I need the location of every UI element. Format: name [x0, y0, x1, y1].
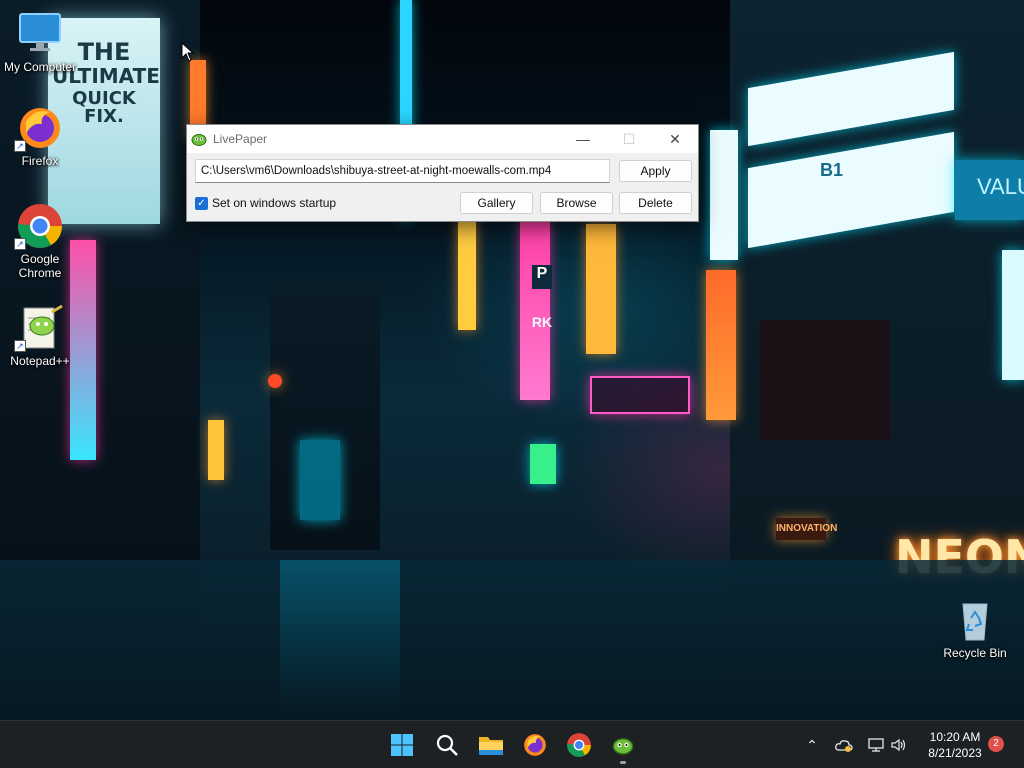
startup-checkbox[interactable]: ✓	[195, 196, 208, 210]
wallpaper-sign-amber	[586, 224, 616, 354]
start-button[interactable]	[386, 729, 418, 761]
window-title: LivePaper	[213, 132, 268, 146]
firefox-icon: ↗	[14, 104, 64, 152]
desktop-icon-chrome[interactable]: ↗ Google Chrome	[0, 202, 80, 280]
speaker-icon	[891, 738, 906, 752]
minimize-button[interactable]: —	[560, 125, 606, 153]
taskbar: ⌃ 10:20 AM 8/21/2023	[0, 720, 1024, 768]
startup-option[interactable]: ✓ Set on windows startup	[195, 196, 336, 210]
recycle-bin-icon	[951, 596, 999, 644]
chrome-icon	[567, 733, 591, 757]
apply-button[interactable]: Apply	[619, 160, 692, 182]
taskbar-search-button[interactable]	[431, 729, 463, 761]
notepad-plus-plus-icon: ↗	[14, 304, 64, 352]
desktop-icon-label: Notepad++	[10, 354, 70, 368]
desktop-icon-label: Recycle Bin	[943, 646, 1007, 660]
network-tray-button[interactable]	[866, 735, 886, 755]
firefox-icon	[524, 734, 546, 756]
chevron-up-icon: ⌃	[806, 736, 818, 753]
maximize-button[interactable]: ☐	[606, 125, 652, 153]
shortcut-arrow-icon: ↗	[14, 340, 26, 352]
startup-label: Set on windows startup	[212, 196, 337, 210]
desktop-wallpaper: THE ULTIMATE QUICK FIX. P RK B1 VALU INN…	[0, 0, 1024, 720]
wallpaper-tower-lights	[300, 440, 340, 520]
taskbar-firefox[interactable]	[519, 729, 551, 761]
livepaper-app-icon	[191, 134, 207, 146]
desktop-icon-notepad-plus-plus[interactable]: ↗ Notepad++	[0, 304, 80, 368]
desktop-icon-firefox[interactable]: ↗ Firefox	[0, 104, 80, 168]
close-button[interactable]: ✕	[652, 125, 698, 153]
wallpaper-sign-yellow	[208, 420, 224, 480]
wallpaper-rk-sign: RK	[531, 314, 553, 330]
file-explorer-icon	[479, 737, 503, 755]
notification-badge[interactable]: 2	[988, 736, 1004, 752]
wallpaper-window-panel	[760, 320, 890, 440]
wallpaper-street-reflection	[280, 560, 400, 710]
mouse-cursor-icon	[181, 42, 195, 62]
network-icon	[868, 738, 884, 752]
wallpaper-valu-sign: VALU	[955, 160, 1024, 220]
taskbar-clock[interactable]: 10:20 AM 8/21/2023	[915, 729, 995, 761]
livepaper-icon	[612, 738, 634, 755]
wallpaper-sign-vertical-orange	[706, 270, 736, 420]
wallpaper-sign-pink-box	[590, 376, 690, 414]
wallpaper-sign-tall-yellow	[458, 220, 476, 330]
gallery-button[interactable]: Gallery	[460, 192, 533, 214]
volume-tray-button[interactable]	[889, 735, 909, 755]
video-path-input[interactable]	[195, 159, 610, 183]
search-icon	[436, 734, 458, 756]
livepaper-window: LivePaper — ☐ ✕ Apply ✓ Set on windows s…	[186, 124, 699, 222]
window-titlebar[interactable]: LivePaper — ☐ ✕	[187, 125, 698, 153]
taskbar-livepaper[interactable]	[607, 729, 639, 764]
wallpaper-innovation-sign: INNOVATION	[776, 518, 837, 540]
wallpaper-street	[0, 560, 1024, 720]
onedrive-tray-button[interactable]	[834, 735, 854, 755]
wallpaper-sign-vertical-white	[710, 130, 738, 260]
close-icon: ✕	[669, 130, 681, 147]
wallpaper-sign-pink	[520, 220, 550, 400]
taskbar-chrome[interactable]	[563, 729, 595, 761]
shortcut-arrow-icon: ↗	[14, 238, 26, 250]
wallpaper-parking-sign: P	[532, 265, 552, 289]
delete-button[interactable]: Delete	[619, 192, 692, 214]
desktop-icon-my-computer[interactable]: My Computer	[0, 10, 80, 74]
shortcut-arrow-icon: ↗	[14, 140, 26, 152]
wallpaper-sign-edge	[1002, 250, 1024, 380]
monitor-icon	[16, 10, 64, 58]
wallpaper-b1-sign: B1	[820, 160, 844, 180]
start-icon	[391, 734, 413, 756]
browse-button[interactable]: Browse	[540, 192, 613, 214]
clock-time: 10:20 AM	[929, 730, 981, 744]
cloud-warning-icon	[835, 740, 853, 752]
desktop-icon-label: Google Chrome	[18, 252, 62, 280]
minimize-icon: —	[576, 131, 590, 147]
show-hidden-icons-button[interactable]: ⌃	[802, 735, 822, 755]
active-indicator	[620, 761, 626, 764]
maximize-icon: ☐	[622, 130, 636, 147]
desktop-icon-label: Firefox	[21, 154, 59, 168]
clock-date: 8/21/2023	[928, 746, 982, 760]
desktop-icon-label: My Computer	[3, 60, 77, 74]
chrome-icon: ↗	[14, 202, 64, 250]
wallpaper-sign-green	[530, 444, 556, 484]
desktop-icon-recycle-bin[interactable]: Recycle Bin	[935, 596, 1015, 660]
taskbar-file-explorer[interactable]	[475, 729, 507, 761]
wallpaper-traffic-light	[268, 374, 282, 388]
